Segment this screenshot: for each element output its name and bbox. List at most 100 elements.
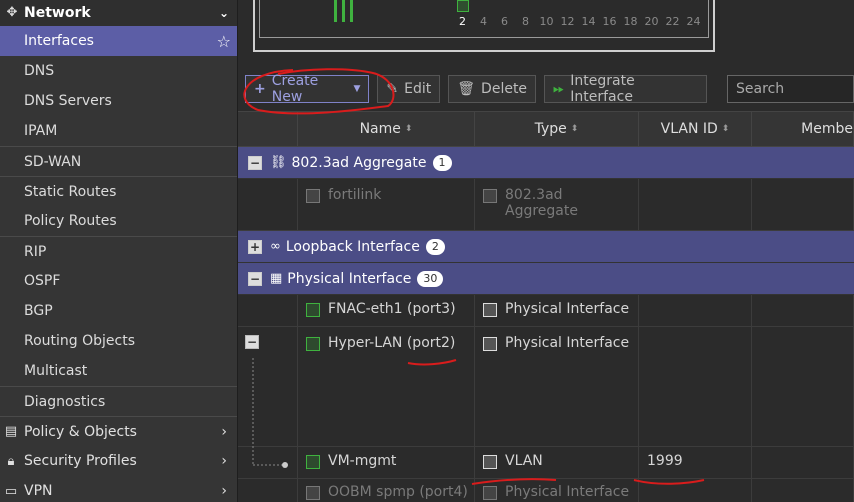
port-12[interactable]: 12: [557, 0, 578, 28]
port-18[interactable]: 18: [620, 0, 641, 28]
sidebar-item-sd-wan[interactable]: SD-WAN: [0, 146, 237, 176]
table-row[interactable]: fortilink 802.3ad Aggregate: [238, 179, 854, 231]
sidebar-item-label: Policy Routes: [24, 213, 117, 229]
sidebar-item-dns-servers[interactable]: DNS Servers: [0, 86, 237, 116]
port-list: 2 4 6 8 10 12 14 16 18 20 22 24: [452, 0, 704, 28]
status-bar: [342, 0, 345, 22]
vlan-cell: [639, 179, 752, 230]
aggregate-icon: ⛓: [270, 155, 287, 170]
port-2[interactable]: 2: [452, 0, 473, 28]
chevron-right-icon: ›: [221, 453, 227, 469]
header-type[interactable]: Type ⬍: [475, 112, 639, 146]
app-root: ✥ Network ⌄ Interfaces ☆ DNS DNS Servers…: [0, 0, 854, 502]
sidebar-section-network[interactable]: ✥ Network ⌄: [0, 0, 237, 26]
port-8[interactable]: 8: [515, 0, 536, 28]
group-aggregate[interactable]: − ⛓ 802.3ad Aggregate 1: [238, 147, 854, 179]
port-panel: 2 4 6 8 10 12 14 16 18 20 22 24: [253, 0, 715, 52]
port-10[interactable]: 10: [536, 0, 557, 28]
name-text: VM-mgmt: [328, 453, 397, 469]
star-icon[interactable]: ☆: [217, 32, 231, 51]
sort-icon: ⬍: [404, 124, 413, 134]
aggregate-icon: [306, 189, 320, 203]
sidebar-item-policy-routes[interactable]: Policy Routes: [0, 206, 237, 236]
sidebar-item-rip[interactable]: RIP: [0, 236, 237, 266]
sidebar-item-static-routes[interactable]: Static Routes: [0, 176, 237, 206]
search-placeholder: Search: [736, 81, 785, 97]
sidebar-item-dns[interactable]: DNS: [0, 56, 237, 86]
port-16[interactable]: 16: [599, 0, 620, 28]
collapse-toggle[interactable]: −: [248, 155, 262, 170]
vlan-icon: [483, 455, 497, 469]
integrate-label: Integrate Interface: [570, 73, 635, 105]
sidebar-section-label: Security Profiles: [24, 453, 137, 469]
header-members[interactable]: Membe: [752, 112, 854, 146]
count-badge: 2: [425, 238, 445, 255]
interface-table: Name ⬍ Type ⬍ VLAN ID ⬍ Membe − ⛓ 802.3ad A…: [238, 111, 854, 502]
type-text: Physical Interface: [505, 335, 630, 351]
collapse-toggle[interactable]: −: [248, 271, 262, 286]
sidebar-item-label: Multicast: [24, 363, 88, 379]
vlan-id-text: 1999: [647, 453, 683, 469]
sidebar-item-multicast[interactable]: Multicast: [0, 356, 237, 386]
header-label: Name: [359, 121, 401, 137]
sidebar-item-bgp[interactable]: BGP: [0, 296, 237, 326]
delete-label: Delete: [481, 81, 528, 97]
port-status-bars: [334, 0, 353, 22]
create-new-button[interactable]: + Create New ▼: [245, 73, 370, 105]
search-input[interactable]: Search: [727, 75, 854, 103]
chevron-right-icon: ›: [221, 423, 227, 440]
toolbar: + Create New ▼ ✎ Edit 🗑︎ Delete ⏩︎ Integ…: [238, 73, 854, 105]
port-label: 8: [522, 15, 529, 28]
loopback-icon: ∞: [270, 239, 281, 254]
header-label: VLAN ID: [660, 121, 718, 137]
physical-port-icon: [483, 486, 497, 500]
sidebar-section-vpn[interactable]: ▭ VPN ›: [0, 476, 237, 502]
port-label: 14: [581, 15, 596, 28]
status-bar: [350, 0, 353, 22]
chevron-down-icon: ⌄: [218, 6, 229, 20]
port-22[interactable]: 22: [662, 0, 683, 28]
edit-button[interactable]: ✎ Edit: [377, 75, 441, 103]
group-label: 802.3ad Aggregate: [291, 154, 427, 171]
sidebar-item-ospf[interactable]: OSPF: [0, 266, 237, 296]
table-row[interactable]: FNAC-eth1 (port3) Physical Interface: [238, 295, 854, 327]
port-4[interactable]: 4: [473, 0, 494, 28]
table-row[interactable]: OOBM spmp (port4) Physical Interface: [238, 479, 854, 502]
header-expand: [238, 112, 298, 146]
table-header: Name ⬍ Type ⬍ VLAN ID ⬍ Membe: [238, 111, 854, 147]
collapse-toggle[interactable]: −: [245, 335, 259, 349]
sidebar-item-ipam[interactable]: IPAM: [0, 116, 237, 146]
create-new-label: Create New: [271, 73, 319, 105]
port-label: 4: [480, 15, 487, 28]
port-24[interactable]: 24: [683, 0, 704, 28]
sidebar-item-routing-objects[interactable]: Routing Objects: [0, 326, 237, 356]
count-badge: 1: [432, 154, 452, 171]
physical-port-icon: [306, 486, 320, 500]
integrate-interface-button[interactable]: ⏩︎ Integrate Interface: [544, 73, 708, 105]
sidebar-item-label: Static Routes: [24, 183, 117, 200]
delete-button[interactable]: 🗑︎ Delete: [448, 75, 537, 103]
header-vlan-id[interactable]: VLAN ID ⬍: [639, 112, 752, 146]
sidebar-section-policy-objects[interactable]: ▤ Policy & Objects ›: [0, 416, 237, 446]
sidebar-section-security-profiles[interactable]: 🔒︎ Security Profiles ›: [0, 446, 237, 476]
table-row[interactable]: VM-mgmt VLAN 1999: [238, 447, 854, 479]
sidebar-item-diagnostics[interactable]: Diagnostics: [0, 386, 237, 416]
sidebar-item-interfaces[interactable]: Interfaces ☆: [0, 26, 237, 56]
port-20[interactable]: 20: [641, 0, 662, 28]
pencil-icon: ✎: [386, 81, 399, 97]
port-14[interactable]: 14: [578, 0, 599, 28]
group-physical[interactable]: − ▦ Physical Interface 30: [238, 263, 854, 295]
port-label: 20: [644, 15, 659, 28]
port-6[interactable]: 6: [494, 0, 515, 28]
expand-toggle[interactable]: +: [248, 239, 262, 254]
group-loopback[interactable]: + ∞ Loopback Interface 2: [238, 231, 854, 263]
port-label: 22: [665, 15, 680, 28]
members-cell: [752, 295, 854, 326]
header-name[interactable]: Name ⬍: [298, 112, 475, 146]
sidebar-item-label: Routing Objects: [24, 333, 136, 349]
type-cell: Physical Interface: [475, 295, 639, 326]
group-label: Loopback Interface: [285, 238, 420, 255]
table-row[interactable]: − Hyper-LAN (port2) Physical Interface: [238, 327, 854, 447]
sidebar-item-label: DNS: [24, 63, 55, 79]
sidebar-item-label: SD-WAN: [24, 153, 82, 170]
